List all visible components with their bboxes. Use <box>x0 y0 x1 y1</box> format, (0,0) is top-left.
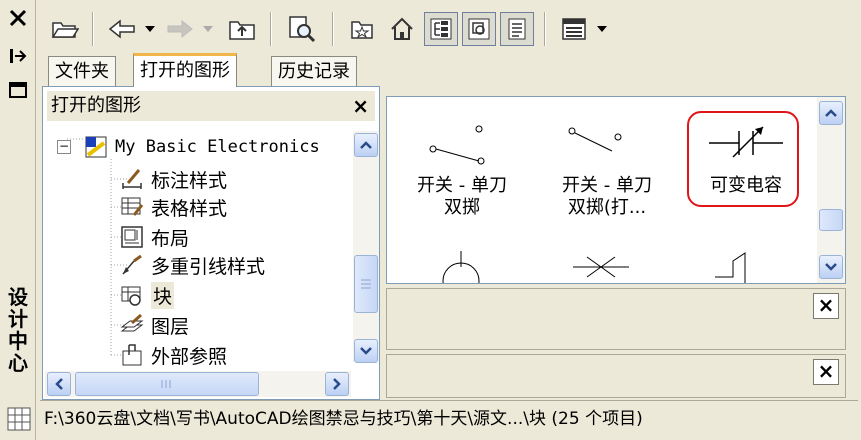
scroll-left-icon[interactable] <box>47 372 71 396</box>
description-icon[interactable] <box>500 12 534 46</box>
load-folder-icon[interactable] <box>48 12 82 46</box>
status-path: F:\360云盘\文档\写书\AutoCAD绘图禁忌与技巧\第十天\源文...\… <box>44 409 643 429</box>
scroll-right-icon[interactable] <box>325 372 349 396</box>
tree-item-label: 标注样式 <box>151 169 228 192</box>
block-icon <box>119 282 145 308</box>
title-char: 心 <box>8 351 28 375</box>
spdt-switch-symbol-icon <box>429 125 485 165</box>
tree-item-dimension-styles[interactable]: 标注样式 <box>119 165 227 193</box>
dimension-style-icon <box>119 166 145 192</box>
scroll-up-icon[interactable] <box>354 133 378 157</box>
tree-root-node[interactable]: − My Basic Electronics <box>57 133 320 161</box>
description-pane: × <box>386 354 846 398</box>
palette-item-spdt-switch-open[interactable]: 开关 - 单刀 双掷(打... <box>532 115 682 219</box>
preview-icon[interactable] <box>462 12 496 46</box>
tree-root-label: My Basic Electronics <box>115 137 320 157</box>
tree-vscroll-track[interactable] <box>353 131 379 361</box>
palette-next-row-symbols <box>442 251 746 283</box>
tab-folders[interactable]: 文件夹 <box>48 56 116 86</box>
tree-item-label: 布局 <box>151 227 190 250</box>
palette-item-spdt-switch[interactable]: 开关 - 单刀 双掷 <box>387 115 537 219</box>
forward-icon[interactable] <box>162 12 198 46</box>
layer-icon <box>119 312 145 338</box>
scroll-up-icon[interactable] <box>819 101 843 125</box>
tree-view-toggle-icon[interactable] <box>424 12 458 46</box>
layout-icon <box>119 224 145 250</box>
toolbar-separator <box>332 12 334 46</box>
drawing-file-icon <box>83 134 109 160</box>
multileader-style-icon <box>119 252 145 278</box>
palette-item-label: 双掷(打... <box>567 197 647 218</box>
tree-item-label: 图层 <box>151 315 190 338</box>
close-preview-button[interactable]: × <box>813 293 839 319</box>
table-style-icon <box>119 194 145 220</box>
tree-item-label: 表格样式 <box>151 197 228 220</box>
forward-dropdown-icon[interactable] <box>200 12 216 46</box>
views-dropdown-icon[interactable] <box>594 12 610 46</box>
tree-item-layouts[interactable]: 布局 <box>119 223 189 251</box>
views-icon[interactable] <box>556 12 592 46</box>
title-char: 设 <box>8 285 28 309</box>
grid-grip-icon[interactable] <box>4 402 34 436</box>
status-bar: F:\360云盘\文档\写书\AutoCAD绘图禁忌与技巧\第十天\源文...\… <box>40 400 858 436</box>
palette-title-bar[interactable]: 设 计 中 心 <box>0 0 36 440</box>
scroll-down-icon[interactable] <box>354 339 378 363</box>
palette-item-label: 双掷 <box>444 197 480 218</box>
tree-item-label: 多重引线样式 <box>151 255 266 278</box>
toolbar-separator <box>544 12 546 46</box>
favorites-icon[interactable] <box>344 12 380 46</box>
palette-vscroll-thumb[interactable] <box>819 209 843 231</box>
preview-pane: × <box>386 288 846 350</box>
auto-hide-icon[interactable] <box>6 44 30 68</box>
content-palette: 开关 - 单刀 双掷 开关 - 单刀 双掷(打... 可变电容 <box>386 96 846 284</box>
spdt-switch-open-symbol-icon <box>568 127 622 152</box>
toolbar <box>40 4 856 56</box>
toolbar-separator <box>270 12 272 46</box>
collapse-toggle[interactable]: − <box>57 140 71 154</box>
back-dropdown-icon[interactable] <box>142 12 158 46</box>
close-description-button[interactable]: × <box>813 359 839 385</box>
title-char: 计 <box>8 307 28 331</box>
tab-history[interactable]: 历史记录 <box>271 56 357 86</box>
tree-view: 打开的图形 × − My Basic Electronics 标注样式 表格样式… <box>42 86 380 400</box>
tree-item-blocks[interactable]: 块 <box>119 281 175 309</box>
search-icon[interactable] <box>282 12 322 46</box>
toolbar-separator <box>92 12 94 46</box>
back-icon[interactable] <box>104 12 140 46</box>
palette-item-label: 开关 - 单刀 <box>417 175 507 196</box>
tree-vscroll-thumb[interactable] <box>354 255 378 313</box>
palette-title: 设 计 中 心 <box>2 286 34 374</box>
tree-hscroll-thumb[interactable] <box>75 372 259 396</box>
tree-item-multileader-styles[interactable]: 多重引线样式 <box>119 251 265 279</box>
home-icon[interactable] <box>384 12 420 46</box>
xref-icon <box>119 342 145 368</box>
tree-item-table-styles[interactable]: 表格样式 <box>119 193 227 221</box>
tree-item-label: 外部参照 <box>151 345 228 368</box>
tree-item-label: 块 <box>151 281 175 309</box>
tree-item-layers[interactable]: 图层 <box>119 311 189 339</box>
tree-item-xrefs[interactable]: 外部参照 <box>119 341 227 369</box>
properties-icon[interactable] <box>6 78 30 102</box>
up-folder-icon[interactable] <box>222 12 262 46</box>
close-icon[interactable] <box>6 6 30 30</box>
tab-open-drawings[interactable]: 打开的图形 <box>133 53 237 87</box>
title-char: 中 <box>8 329 28 353</box>
highlight-box <box>687 111 799 207</box>
palette-item-label: 开关 - 单刀 <box>562 175 652 196</box>
scroll-down-icon[interactable] <box>819 255 843 279</box>
